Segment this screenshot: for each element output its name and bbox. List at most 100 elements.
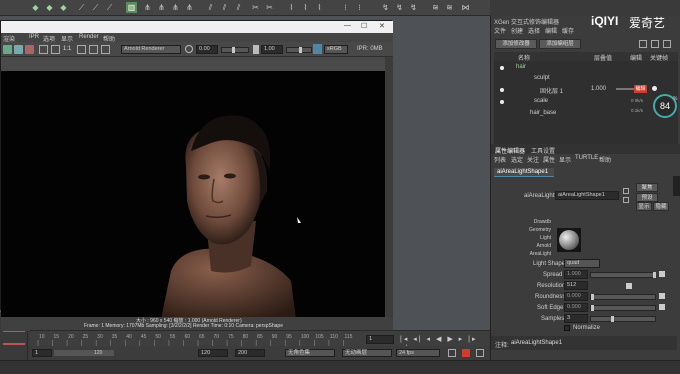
gamma-field[interactable]: 1.00: [261, 45, 283, 54]
menu-renderer[interactable]: Render: [79, 34, 99, 40]
character-set-dropdown[interactable]: 无角色集: [285, 349, 335, 357]
brush-icon[interactable]: ⟋: [90, 2, 101, 13]
ae-menu-selected[interactable]: 选定: [511, 155, 523, 164]
slider-knob[interactable]: [611, 316, 614, 322]
visibility-toggle[interactable]: [500, 88, 504, 92]
tab-tool-settings[interactable]: 工具设置: [531, 146, 555, 155]
tree-node-hair-base[interactable]: hair_base: [530, 110, 556, 116]
soft-edge-slider[interactable]: [590, 305, 656, 311]
slider-knob[interactable]: [591, 305, 594, 311]
density-tool-icon[interactable]: ⁝: [340, 2, 351, 13]
comb-tool-icon[interactable]: ⫽: [205, 2, 216, 13]
attract-tool-icon[interactable]: ↯: [380, 2, 391, 13]
attract-tool-icon[interactable]: ↯: [408, 2, 419, 13]
tree-node-sculpt-layer[interactable]: 固化层 1: [540, 86, 563, 95]
map-button-icon[interactable]: [626, 283, 632, 289]
cut-tool-icon[interactable]: ✂: [250, 2, 261, 13]
presets-button[interactable]: 预设: [636, 193, 658, 202]
layer-weight-slider[interactable]: [616, 88, 636, 90]
ae-menu-turtle[interactable]: TURTLE: [575, 155, 598, 161]
ae-menu-attributes[interactable]: 属性: [543, 155, 555, 164]
light-shape-dropdown[interactable]: quad: [564, 259, 600, 268]
slider-knob[interactable]: [232, 47, 235, 53]
sculpt-tool-icon[interactable]: ⌇: [300, 2, 311, 13]
display-icon[interactable]: [101, 45, 110, 54]
comb-tool-icon[interactable]: ⫽: [233, 2, 244, 13]
exposure-slider[interactable]: [221, 47, 249, 53]
gamma-slider[interactable]: [286, 47, 312, 53]
brush-icon[interactable]: ⟋: [76, 2, 87, 13]
add-layer-button[interactable]: 添加编组层: [539, 39, 581, 49]
hide-button[interactable]: 隐藏: [653, 202, 669, 211]
xgen-menu-file[interactable]: 文件: [494, 26, 506, 35]
range-max-field[interactable]: 200: [235, 349, 265, 357]
goto-output-icon[interactable]: [623, 197, 629, 203]
xgen-menu-edit[interactable]: 编辑: [545, 26, 557, 35]
sculpt-tool-icon[interactable]: ⌇: [314, 2, 325, 13]
cut-tool-icon[interactable]: ✂: [264, 2, 275, 13]
comb-tool-icon[interactable]: ⫽: [219, 2, 230, 13]
focus-button[interactable]: 聚焦: [636, 183, 658, 192]
groom-tool-icon[interactable]: ⋔: [142, 2, 153, 13]
normalize-checkbox[interactable]: [564, 325, 570, 331]
options-icon[interactable]: [663, 40, 671, 48]
tree-node-sculpt[interactable]: sculpt: [534, 75, 550, 81]
slider-knob[interactable]: [299, 47, 302, 53]
keep-image-icon[interactable]: [51, 45, 60, 54]
goto-input-icon[interactable]: [623, 188, 629, 194]
notes-value[interactable]: aiAreaLightShape1: [511, 340, 562, 346]
rgb-channel-icon[interactable]: [77, 45, 86, 54]
slider-knob[interactable]: [591, 294, 594, 300]
maximize-button[interactable]: ☐: [361, 22, 367, 30]
groom-tool-icon[interactable]: ⋔: [156, 2, 167, 13]
noise-tool-icon[interactable]: ≋: [430, 2, 441, 13]
time-slider[interactable]: 10 15 20 25 30 35 40 45 50 55 60 65 70 75 80 85 90 95 100 1…: [30, 330, 490, 352]
render-frame-icon[interactable]: [3, 45, 12, 54]
renderer-dropdown[interactable]: Arnold Renderer: [121, 45, 181, 54]
panel-scroll-arrow[interactable]: [673, 176, 680, 196]
samples-field[interactable]: 3: [564, 314, 588, 323]
map-button-icon[interactable]: [659, 271, 665, 277]
show-button[interactable]: 显示: [636, 202, 652, 211]
slider-knob[interactable]: [653, 272, 656, 278]
visibility-toggle[interactable]: [500, 66, 504, 70]
roundness-field[interactable]: 0.000: [564, 292, 588, 301]
range-start-field[interactable]: 1: [32, 349, 52, 357]
ae-menu-show[interactable]: 显示: [559, 155, 571, 164]
settings-icon[interactable]: [639, 40, 647, 48]
polygon-tool-icon[interactable]: ◆: [58, 2, 69, 13]
edit-badge[interactable]: 编辑: [634, 85, 647, 93]
xgen-menu-create[interactable]: 创建: [511, 26, 523, 35]
groom-tool-icon[interactable]: ⋔: [184, 2, 195, 13]
render-scrollbar[interactable]: [385, 57, 393, 317]
sculpt-tool-icon[interactable]: ⌇: [286, 2, 297, 13]
snapshot-icon[interactable]: [25, 45, 34, 54]
roundness-slider[interactable]: [590, 294, 656, 300]
clump-tool-icon[interactable]: ⋈: [460, 2, 471, 13]
polygon-tool-icon[interactable]: ◆: [44, 2, 55, 13]
map-button-icon[interactable]: [659, 304, 665, 310]
view-transform-icon[interactable]: [313, 44, 322, 54]
ratio-label[interactable]: 1:1: [63, 46, 71, 52]
tree-node-hair[interactable]: hair: [516, 64, 526, 70]
prefs-icon[interactable]: [476, 349, 484, 357]
spread-field[interactable]: 1.000: [564, 270, 588, 279]
samples-slider[interactable]: [590, 316, 656, 322]
map-button-icon[interactable]: [659, 293, 665, 299]
ipr-render-icon[interactable]: [14, 45, 23, 54]
menu-ipr[interactable]: IPR: [29, 34, 39, 40]
command-line[interactable]: [0, 360, 680, 374]
attract-tool-icon[interactable]: ↯: [394, 2, 405, 13]
sculpt-layer-value[interactable]: 1.000: [591, 86, 606, 92]
layout-button-icon[interactable]: [3, 343, 25, 345]
auto-key-icon[interactable]: [462, 349, 470, 357]
visibility-toggle[interactable]: [500, 100, 504, 104]
ae-menu-help[interactable]: 帮助: [599, 155, 611, 164]
alpha-channel-icon[interactable]: [89, 45, 98, 54]
keyframe-dot[interactable]: [652, 86, 657, 91]
add-modifier-button[interactable]: 添加修改器: [495, 39, 537, 49]
range-slider-bar[interactable]: 120: [54, 350, 114, 356]
ae-menu-focus[interactable]: 关注: [527, 155, 539, 164]
tab-attribute-editor[interactable]: 属性编辑器: [495, 146, 525, 155]
resolution-field[interactable]: 512: [564, 281, 588, 290]
